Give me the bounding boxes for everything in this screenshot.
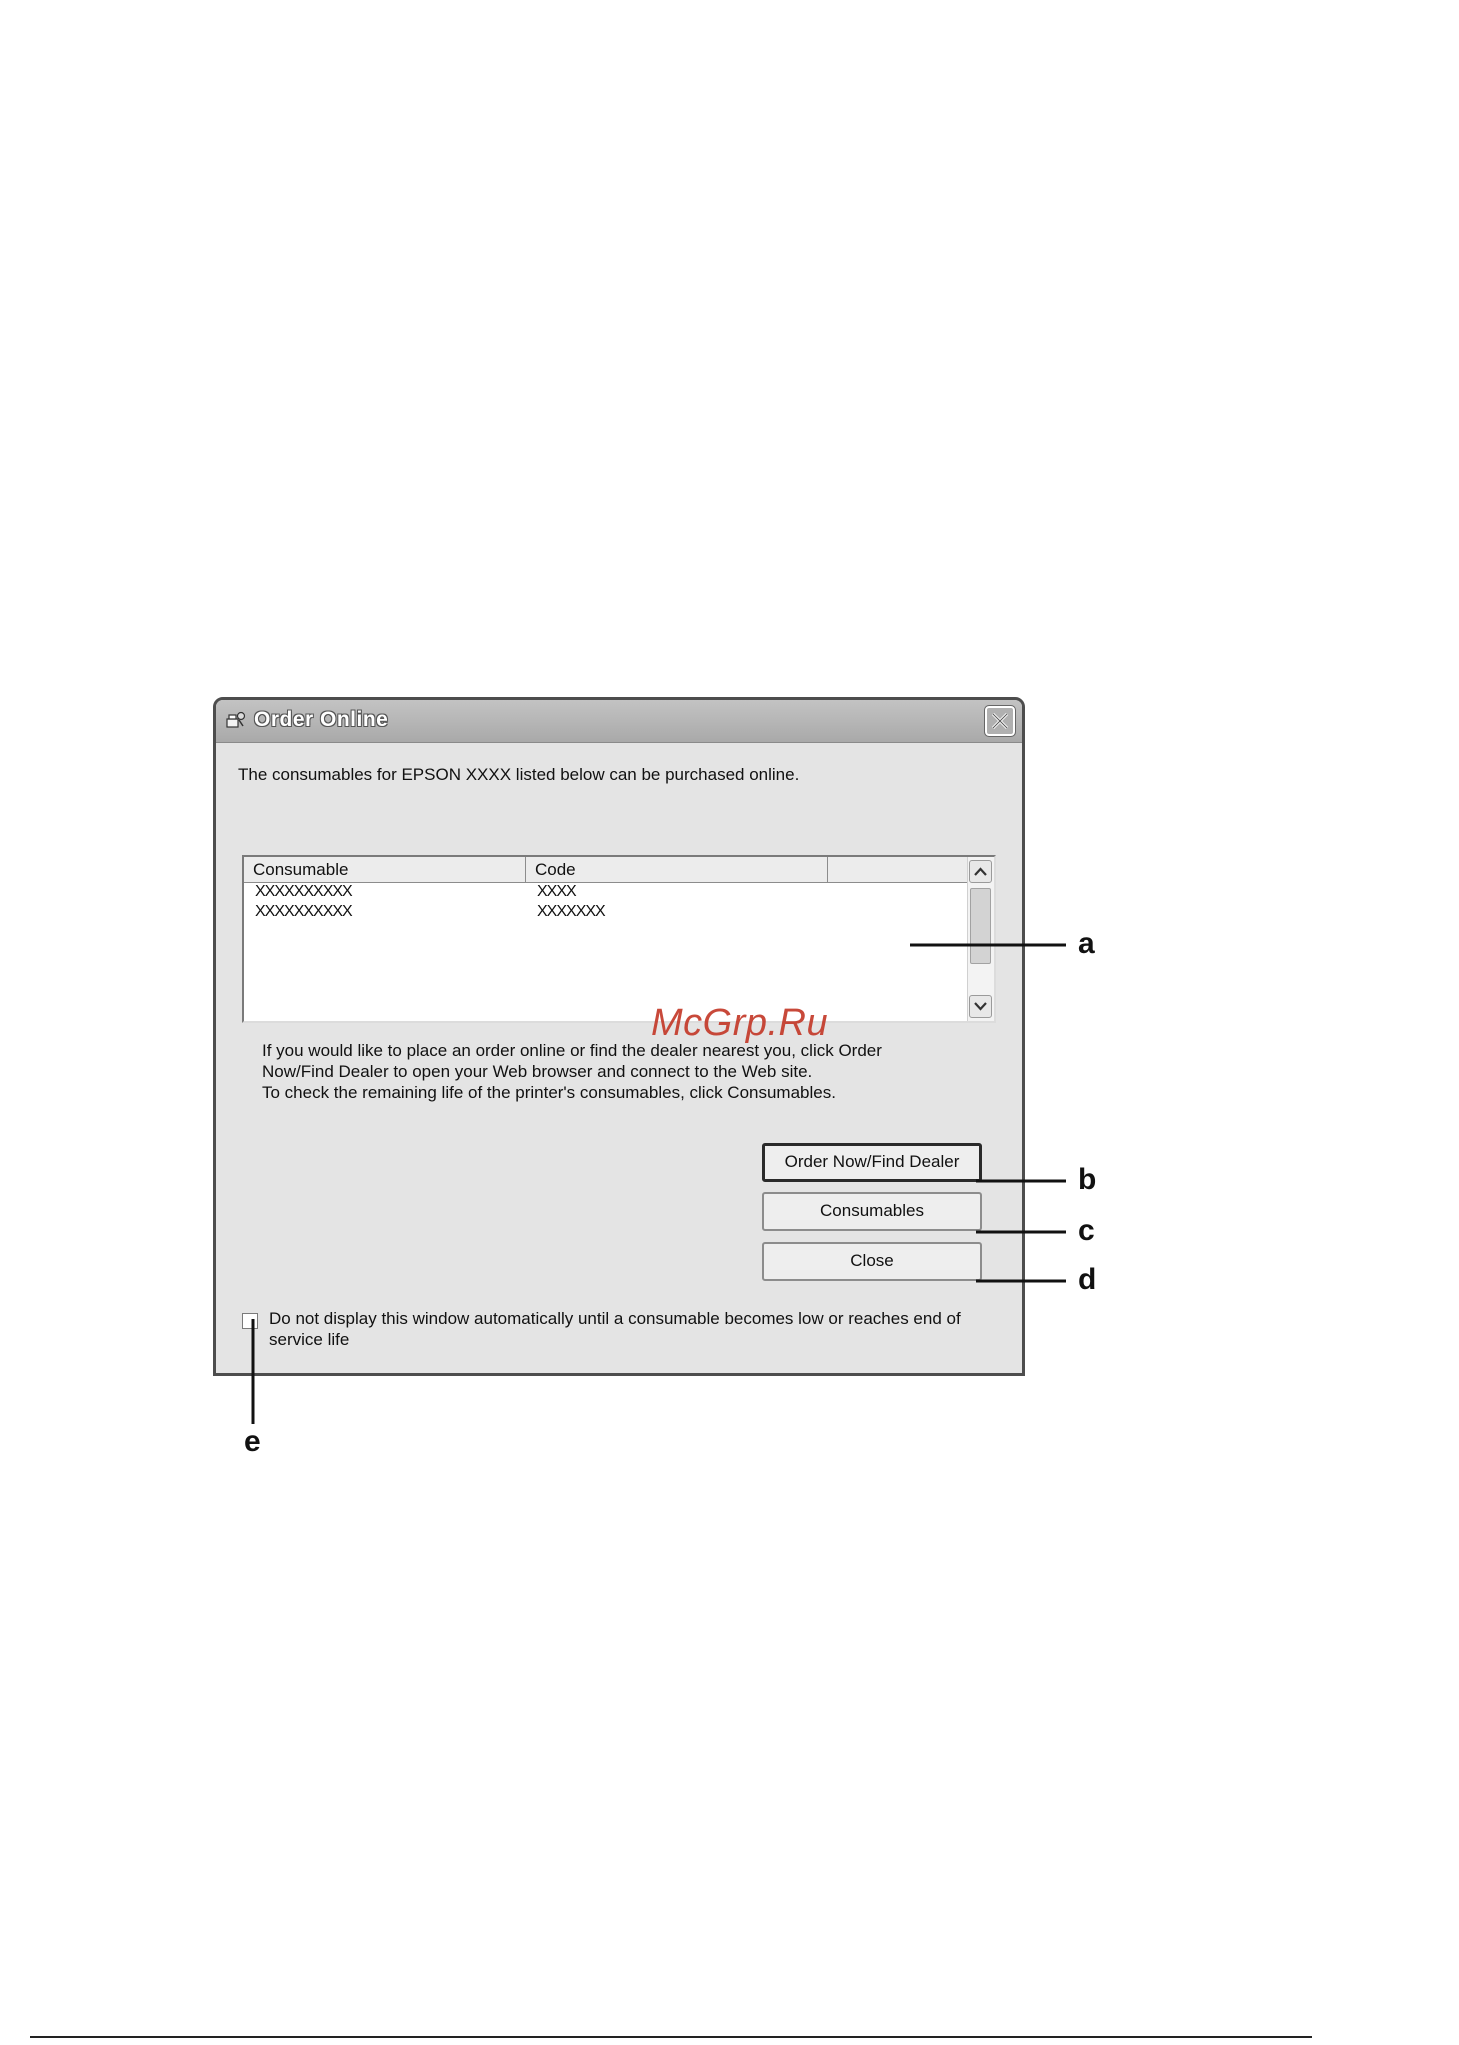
callout-d: d — [1078, 1263, 1097, 1296]
callout-a: a — [1078, 927, 1095, 960]
watermark: McGrp.Ru — [651, 1002, 829, 1044]
page-footer-rule — [30, 2036, 1312, 2038]
callout-e: e — [244, 1425, 261, 1458]
callout-c: c — [1078, 1214, 1095, 1247]
manual-page: Order Online The consumables for EPSON X… — [0, 0, 1459, 2045]
callout-b: b — [1078, 1163, 1097, 1196]
